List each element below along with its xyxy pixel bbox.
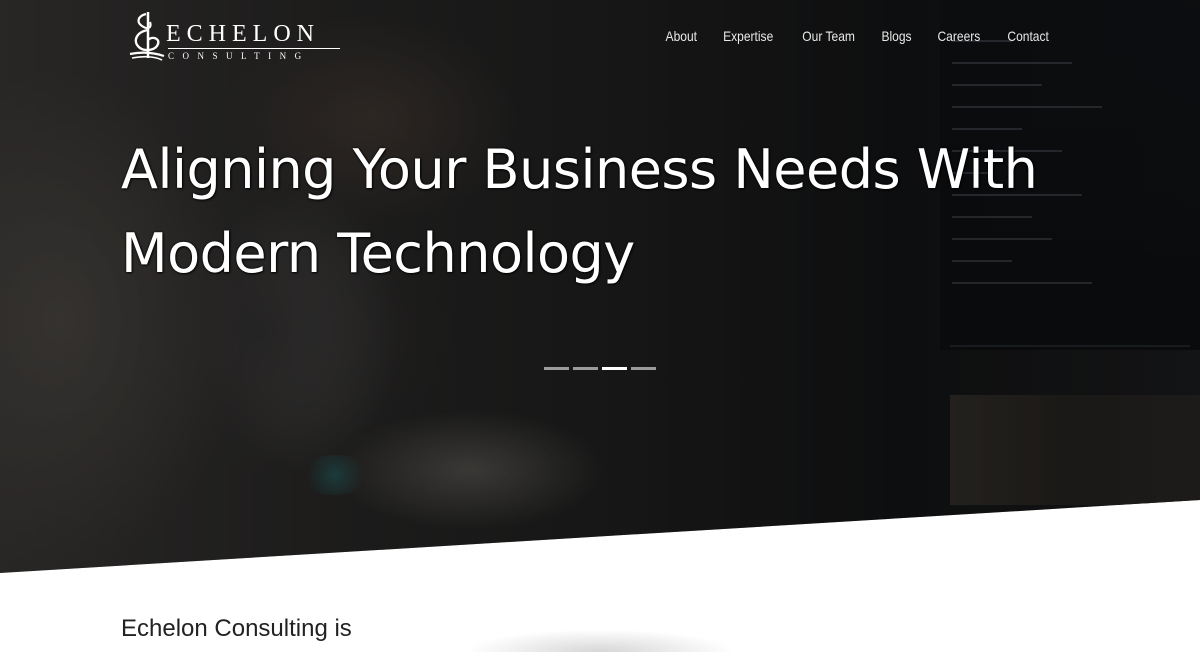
main-nav: About Expertise Our Team Blogs Careers C… [653,26,1062,46]
card-shadow [425,612,775,652]
hero-headline-line-2: Modern Technology [121,222,635,285]
hero-headline-line-1: Aligning Your Business Needs With [121,138,1038,201]
brand-name: ECHELON [166,21,320,47]
nav-expertise[interactable]: Expertise [715,26,782,46]
nav-blogs[interactable]: Blogs [873,26,920,46]
slider-dot-4[interactable] [631,367,656,370]
nav-careers[interactable]: Careers [929,26,989,46]
nav-our-team[interactable]: Our Team [793,26,863,46]
slider-dot-3[interactable] [602,367,627,370]
echelon-logo-icon [129,12,165,61]
brand-logo[interactable]: ECHELON CONSULTING [126,8,346,64]
slider-dot-1[interactable] [544,367,569,370]
slider-pagination [544,367,656,370]
slider-dot-2[interactable] [573,367,598,370]
brand-tagline: CONSULTING [168,51,310,61]
hero-headline: Aligning Your Business Needs With Modern… [121,128,1081,296]
nav-contact[interactable]: Contact [999,26,1058,46]
intro-text: Echelon Consulting is [121,615,352,642]
brand-divider [168,48,340,49]
nav-about[interactable]: About [657,26,706,46]
